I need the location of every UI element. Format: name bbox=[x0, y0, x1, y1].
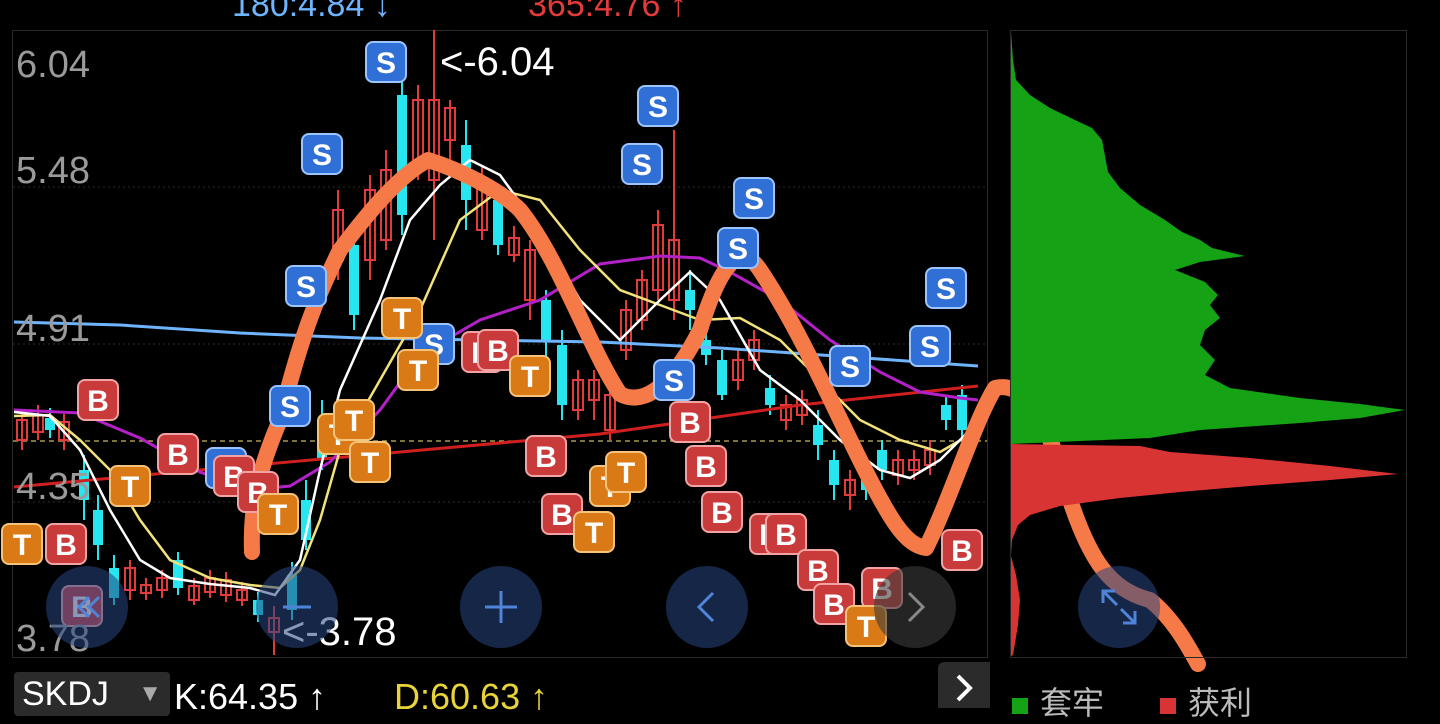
legend-profit-swatch bbox=[1160, 697, 1176, 714]
expand-icon bbox=[1101, 589, 1137, 625]
k-value: K:64.35 ↑ bbox=[174, 676, 327, 717]
price-label: 4.91 bbox=[16, 308, 90, 350]
indicator-name: SKDJ bbox=[22, 675, 109, 713]
d-value: D:60.63 ↑ bbox=[394, 676, 549, 717]
price-label: 4.35 bbox=[16, 466, 90, 508]
legend-loss-swatch bbox=[1012, 697, 1028, 714]
indicator-next-button[interactable] bbox=[938, 662, 990, 708]
chip-distribution-panel bbox=[1010, 30, 1407, 658]
double-chevron-left-icon bbox=[76, 595, 101, 619]
ma365-readout: 365:4.76 ↑ bbox=[528, 0, 687, 22]
candlestick-chart[interactable] bbox=[12, 30, 988, 658]
legend-profit-label: 获利 bbox=[1188, 685, 1253, 721]
high-annotation: <-6.04 bbox=[440, 40, 555, 84]
indicator-bar: SKDJ ▼ K:64.35 ↑ D:60.63 ↑ bbox=[0, 662, 1000, 717]
chevron-right-icon bbox=[907, 591, 926, 623]
zoom-out-button[interactable] bbox=[256, 566, 338, 648]
price-label: 5.48 bbox=[16, 150, 90, 192]
chevron-right-icon bbox=[956, 674, 973, 702]
ma180-readout: 180:4.84 ↓ bbox=[232, 0, 391, 22]
dropdown-arrow-icon: ▼ bbox=[138, 680, 162, 707]
zoom-in-button[interactable] bbox=[460, 566, 542, 648]
plus-icon bbox=[485, 591, 517, 623]
indicator-selector[interactable]: SKDJ ▼ bbox=[14, 672, 170, 716]
ma-readout-bar: 180:4.84 ↓ 365:4.76 ↑ bbox=[0, 0, 1440, 22]
legend-profit: 获利 bbox=[1160, 678, 1252, 724]
legend-loss: 套牢 bbox=[1012, 678, 1104, 724]
minus-icon bbox=[283, 605, 311, 609]
price-label-top: 6.04 bbox=[16, 44, 90, 86]
scroll-right-button[interactable] bbox=[874, 566, 956, 648]
expand-panel-button[interactable] bbox=[1078, 566, 1160, 648]
scroll-left-button[interactable] bbox=[666, 566, 748, 648]
scroll-left-fast-button[interactable] bbox=[46, 566, 128, 648]
chevron-left-icon bbox=[696, 591, 715, 623]
legend-loss-label: 套牢 bbox=[1040, 685, 1105, 721]
